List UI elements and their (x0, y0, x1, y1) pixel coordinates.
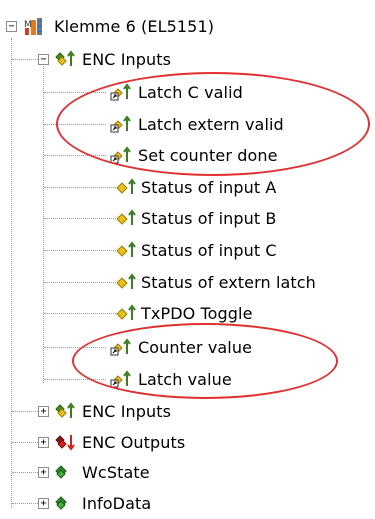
output-group-icon (52, 432, 78, 452)
tree-node-klemme[interactable]: M Klemme 6 (EL5151) (22, 13, 214, 39)
tree-node-wcstate[interactable]: WcState (52, 459, 150, 485)
expand-wcstate-button[interactable]: + (38, 467, 49, 478)
tree-node-enc-inputs[interactable]: ENC Inputs (52, 46, 171, 72)
tree-branch (44, 282, 116, 283)
tree-node-label: WcState (82, 462, 150, 482)
infodata-icon (52, 493, 78, 513)
input-var-icon (113, 240, 139, 260)
tree-branch (44, 313, 116, 314)
tree-node-label: Status of extern latch (141, 272, 316, 292)
input-group-icon (52, 49, 78, 69)
tree-branch (44, 218, 116, 219)
tree-node-enc-inputs-2[interactable]: ENC Inputs (52, 398, 171, 424)
tree-branch (44, 187, 116, 188)
tree-node-enc-outputs[interactable]: ENC Outputs (52, 429, 185, 455)
tree-node-status-extern-latch[interactable]: Status of extern latch (113, 269, 316, 295)
tree-node-label: ENC Outputs (82, 432, 186, 452)
tree-node-infodata[interactable]: InfoData (52, 490, 151, 516)
tree-branch (12, 411, 38, 412)
tree-branch (12, 442, 38, 443)
tree-node-label: Status of input B (141, 208, 277, 228)
tree-branch (12, 503, 38, 504)
highlight-oval-values (72, 323, 338, 399)
collapse-root-button[interactable]: − (6, 21, 17, 32)
input-group-icon (52, 401, 78, 421)
tree-node-label: Status of input A (141, 177, 277, 197)
tree-guide-enc-inputs (43, 66, 44, 383)
terminal-module-icon: M (22, 16, 48, 36)
expand-enc-outputs-button[interactable]: + (38, 437, 49, 448)
tree-branch (12, 59, 38, 60)
tree-branch (12, 472, 38, 473)
highlight-oval-latch-status (56, 72, 370, 176)
tree-node-label: InfoData (82, 493, 152, 513)
expand-enc-inputs-2-button[interactable]: + (38, 406, 49, 417)
input-var-icon (113, 208, 139, 228)
tree-branch (44, 250, 116, 251)
tree-node-status-input-c[interactable]: Status of input C (113, 237, 277, 263)
input-var-icon (113, 177, 139, 197)
input-var-icon (113, 303, 139, 323)
tree-node-label: TxPDO Toggle (141, 303, 253, 323)
svg-text:M: M (24, 20, 32, 30)
tree-node-txpdo-toggle[interactable]: TxPDO Toggle (113, 300, 253, 326)
wcstate-icon (52, 462, 78, 482)
collapse-enc-inputs-button[interactable]: − (38, 54, 49, 65)
input-var-icon (113, 272, 139, 292)
tree-node-label: ENC Inputs (82, 401, 172, 421)
tree-node-label: ENC Inputs (82, 49, 172, 69)
tree-node-label: Status of input C (141, 240, 277, 260)
tree-node-status-input-b[interactable]: Status of input B (113, 205, 277, 231)
tree-node-label: Klemme 6 (EL5151) (54, 16, 215, 36)
tree-guide-root (11, 38, 12, 508)
expand-infodata-button[interactable]: + (38, 498, 49, 509)
tree-node-status-input-a[interactable]: Status of input A (113, 174, 276, 200)
io-tree-view: − M Klemme 6 (EL5151) − ENC Inputs Latch… (0, 0, 375, 519)
